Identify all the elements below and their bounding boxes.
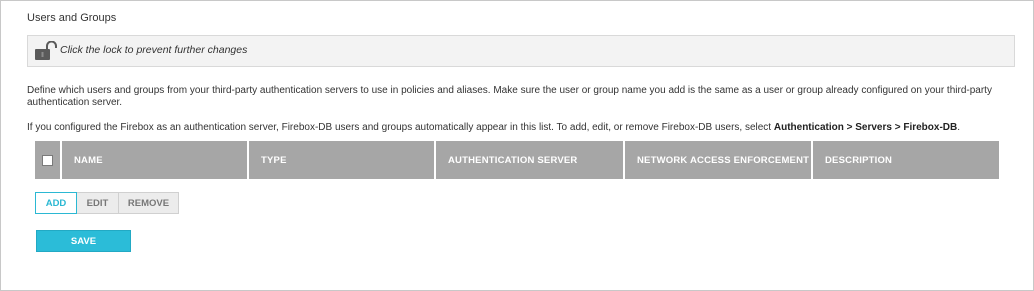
remove-button[interactable]: REMOVE bbox=[118, 192, 179, 214]
firebox-db-note: If you configured the Firebox as an auth… bbox=[27, 122, 1017, 134]
column-header-nae[interactable]: NETWORK ACCESS ENFORCEMENT bbox=[625, 141, 813, 179]
table-action-buttons: ADD EDIT REMOVE bbox=[35, 192, 179, 214]
column-header-description[interactable]: DESCRIPTION bbox=[813, 141, 999, 179]
page-title: Users and Groups bbox=[27, 12, 117, 24]
add-button[interactable]: ADD bbox=[35, 192, 77, 214]
select-all-checkbox[interactable] bbox=[42, 154, 53, 166]
description-paragraph: Define which users and groups from your … bbox=[27, 85, 992, 108]
firebox-db-note-end: . bbox=[957, 122, 961, 133]
edit-button[interactable]: EDIT bbox=[76, 192, 119, 214]
column-header-name[interactable]: NAME bbox=[62, 141, 249, 179]
column-header-auth-server[interactable]: AUTHENTICATION SERVER bbox=[436, 141, 625, 179]
save-button[interactable]: SAVE bbox=[36, 230, 131, 252]
firebox-db-note-text: If you configured the Firebox as an auth… bbox=[27, 122, 774, 133]
users-groups-table-header: NAME TYPE AUTHENTICATION SERVER NETWORK … bbox=[35, 141, 999, 179]
lock-bar: Click the lock to prevent further change… bbox=[27, 35, 1015, 67]
column-header-type[interactable]: TYPE bbox=[249, 141, 436, 179]
firebox-db-path: Authentication > Servers > Firebox-DB bbox=[773, 122, 958, 133]
users-groups-panel: Users and Groups Click the lock to preve… bbox=[0, 0, 1034, 291]
lock-instruction: Click the lock to prevent further change… bbox=[60, 44, 248, 56]
unlocked-padlock-icon[interactable] bbox=[34, 40, 58, 61]
select-all-cell bbox=[35, 141, 62, 179]
